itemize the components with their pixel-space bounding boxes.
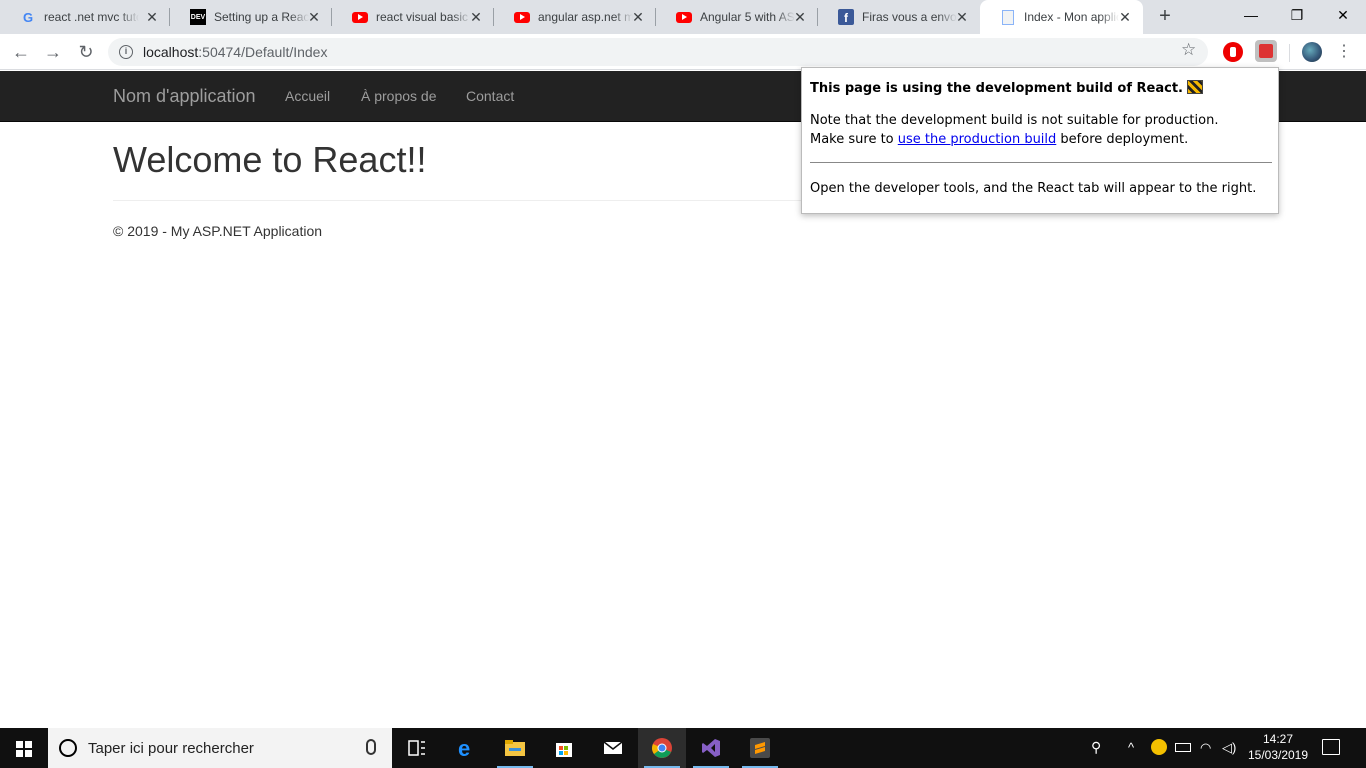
chrome-menu-icon[interactable]: ⋮	[1336, 40, 1352, 64]
tab-title: react .net mvc tutorial	[44, 10, 139, 24]
popup-note: Note that the development build is not s…	[810, 113, 1219, 128]
tab-setting-up-react[interactable]: DEV Setting up a React ✕	[170, 0, 332, 34]
nav-a-propos[interactable]: À propos de	[361, 88, 437, 104]
show-hidden-icons-chevron-icon[interactable]: ^	[1128, 740, 1134, 755]
task-view-button[interactable]	[393, 728, 441, 768]
svg-text:e: e	[458, 737, 470, 759]
close-tab-icon[interactable]: ✕	[306, 9, 322, 25]
google-icon: G	[22, 9, 34, 25]
popup-instruction-before: Make sure to	[810, 132, 898, 147]
close-window-button[interactable]: ✕	[1320, 0, 1366, 30]
profile-avatar[interactable]	[1302, 42, 1322, 62]
bookmark-star-icon[interactable]: ☆	[1181, 40, 1196, 60]
page-heading: Welcome to React!!	[113, 139, 427, 180]
start-button[interactable]	[0, 728, 48, 768]
minimize-button[interactable]: —	[1228, 0, 1274, 30]
file-explorer-button[interactable]	[491, 728, 539, 768]
tab-title: react visual basic asp	[376, 10, 471, 24]
construction-warning-icon	[1186, 80, 1203, 94]
tab-angular-aspnet[interactable]: angular asp.net mvc ✕	[494, 0, 656, 34]
cortana-icon	[59, 739, 77, 757]
volume-icon[interactable]: ◁)	[1222, 740, 1236, 756]
popup-title-text: This page is using the development build…	[810, 81, 1183, 96]
chrome-icon	[652, 738, 672, 758]
dev-icon: DEV	[190, 9, 206, 25]
action-center-icon[interactable]	[1322, 739, 1340, 755]
adblock-extension-icon[interactable]	[1223, 42, 1243, 62]
tab-title: Angular 5 with ASP	[700, 10, 795, 24]
taskbar-search-box[interactable]: Taper ici pour rechercher	[48, 728, 392, 768]
store-icon	[556, 743, 572, 757]
url-host: localhost	[143, 44, 199, 60]
url-text[interactable]: localhost:50474/Default/Index	[143, 44, 327, 60]
new-tab-button[interactable]: +	[1154, 5, 1176, 27]
url-path: :50474/Default/Index	[198, 44, 328, 60]
chrome-button[interactable]	[638, 728, 686, 768]
popup-title: This page is using the development build…	[810, 80, 1203, 96]
back-arrow-icon[interactable]: ←	[8, 39, 34, 65]
tab-react-net-mvc[interactable]: G react .net mvc tutorial ✕	[0, 0, 170, 34]
edge-icon: e	[458, 737, 470, 759]
production-build-link[interactable]: use the production build	[898, 132, 1057, 147]
visual-studio-icon	[702, 739, 720, 757]
file-explorer-icon	[505, 740, 525, 756]
system-clock[interactable]: 14:27 15/03/2019	[1246, 731, 1310, 763]
close-tab-icon[interactable]: ✕	[1117, 9, 1133, 25]
edge-button[interactable]: e	[443, 728, 491, 768]
close-tab-icon[interactable]: ✕	[144, 9, 160, 25]
task-view-icon	[408, 740, 425, 756]
popup-devtools-hint: Open the developer tools, and the React …	[810, 181, 1257, 196]
address-bar[interactable]: i localhost:50474/Default/Index	[108, 38, 1208, 66]
tab-title: Firas vous a envoyé	[862, 10, 957, 24]
sublime-text-button[interactable]	[736, 728, 784, 768]
react-devtools-extension-icon[interactable]	[1255, 40, 1277, 62]
youtube-icon	[514, 9, 530, 25]
tab-index-active[interactable]: Index - Mon application ✕	[980, 0, 1143, 34]
wifi-icon[interactable]: ◠	[1200, 740, 1211, 756]
browser-toolbar: ← → ↻ i localhost:50474/Default/Index ☆ …	[0, 34, 1366, 70]
youtube-icon	[676, 9, 692, 25]
tab-facebook[interactable]: f Firas vous a envoyé ✕	[818, 0, 980, 34]
sublime-text-icon	[750, 738, 770, 758]
windows-logo-icon	[16, 741, 32, 757]
browser-tab-strip: G react .net mvc tutorial ✕ DEV Setting …	[0, 0, 1366, 34]
nav-contact[interactable]: Contact	[466, 88, 514, 104]
forward-arrow-icon[interactable]: →	[40, 39, 66, 65]
visual-studio-button[interactable]	[687, 728, 735, 768]
close-tab-icon[interactable]: ✕	[792, 9, 808, 25]
mail-icon	[603, 741, 623, 754]
document-icon	[1000, 9, 1016, 25]
close-tab-icon[interactable]: ✕	[468, 9, 484, 25]
microphone-icon[interactable]	[366, 739, 376, 755]
react-devtools-popup: This page is using the development build…	[801, 67, 1279, 214]
close-tab-icon[interactable]: ✕	[954, 9, 970, 25]
tab-title: Setting up a React	[214, 10, 309, 24]
tab-title: angular asp.net mvc	[538, 10, 633, 24]
tab-react-visual-basic[interactable]: react visual basic asp ✕	[332, 0, 494, 34]
tab-title: Index - Mon application	[1024, 10, 1119, 24]
popup-instruction: Make sure to use the production build be…	[810, 132, 1188, 147]
close-tab-icon[interactable]: ✕	[630, 9, 646, 25]
restore-button[interactable]: ❐	[1274, 0, 1320, 30]
people-icon[interactable]: ⚲	[1091, 739, 1101, 756]
update-shield-icon[interactable]	[1151, 739, 1167, 755]
reload-icon[interactable]: ↻	[73, 39, 99, 65]
facebook-icon: f	[838, 9, 854, 25]
youtube-icon	[352, 9, 368, 25]
brand-link[interactable]: Nom d'application	[113, 86, 256, 107]
store-button[interactable]	[540, 728, 588, 768]
mail-button[interactable]	[589, 728, 637, 768]
battery-icon[interactable]	[1175, 743, 1191, 752]
search-placeholder: Taper ici pour rechercher	[88, 740, 254, 757]
nav-accueil[interactable]: Accueil	[285, 88, 330, 104]
windows-taskbar: Taper ici pour rechercher e ⚲ ^ ◠ ◁) 14:…	[0, 728, 1366, 768]
popup-instruction-after: before deployment.	[1056, 132, 1189, 147]
toolbar-divider	[1289, 44, 1290, 62]
tab-angular-5[interactable]: Angular 5 with ASP ✕	[656, 0, 818, 34]
popup-divider	[810, 162, 1272, 163]
clock-date: 15/03/2019	[1247, 748, 1309, 762]
info-icon[interactable]: i	[119, 45, 133, 59]
clock-time: 14:27	[1262, 732, 1294, 746]
footer-copyright: © 2019 - My ASP.NET Application	[113, 223, 323, 239]
